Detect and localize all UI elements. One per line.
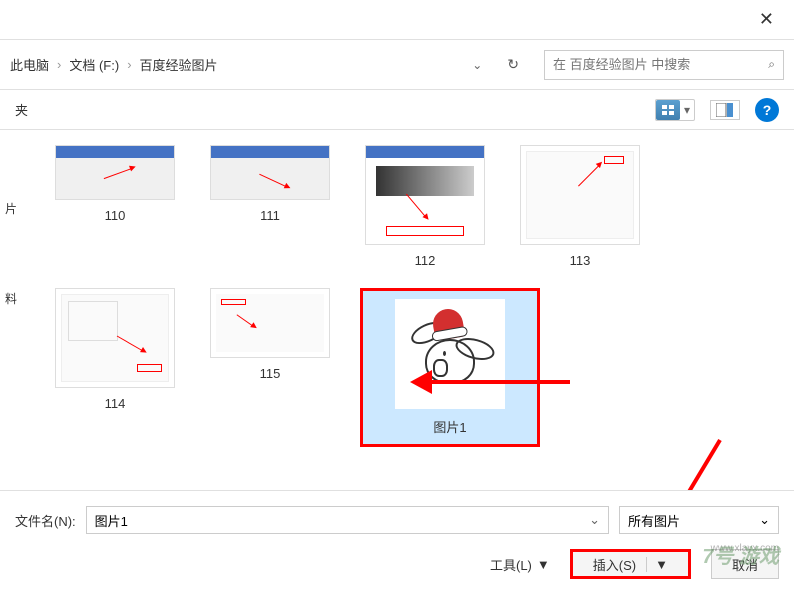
thumbnail-view-icon[interactable] bbox=[656, 100, 680, 120]
file-label: 图片1 bbox=[433, 417, 466, 436]
watermark: 7号 游戏 bbox=[702, 540, 779, 569]
file-browser-content: 片 料 110 111 bbox=[0, 130, 794, 490]
chevron-right-icon: › bbox=[57, 57, 61, 72]
search-box[interactable]: ⌕ bbox=[544, 50, 784, 80]
filetype-select[interactable]: 所有图片 ⌄ bbox=[619, 506, 779, 534]
file-thumbnail bbox=[210, 145, 330, 200]
file-item[interactable]: 110 bbox=[50, 145, 180, 268]
insert-button[interactable]: 插入(S) ▼ bbox=[570, 549, 691, 579]
breadcrumb-item[interactable]: 百度经验图片 bbox=[140, 55, 218, 74]
file-label: 112 bbox=[415, 253, 436, 268]
chevron-right-icon: › bbox=[127, 57, 131, 72]
filename-value: 图片1 bbox=[95, 511, 128, 530]
filename-input[interactable]: 图片1 ⌄ bbox=[86, 506, 609, 534]
filename-label: 文件名(N): bbox=[15, 511, 76, 530]
file-item[interactable]: 114 bbox=[50, 288, 180, 447]
filetype-value: 所有图片 bbox=[628, 511, 680, 530]
file-label: 115 bbox=[260, 366, 281, 381]
toolbar-label: 夹 bbox=[15, 100, 28, 119]
dialog-footer: 文件名(N): 图片1 ⌄ 所有图片 ⌄ 工具(L) ▼ 插入(S) ▼ 取消 bbox=[0, 490, 794, 594]
chevron-down-icon[interactable]: ⌄ bbox=[759, 512, 770, 528]
chevron-down-icon[interactable]: ⌄ bbox=[462, 58, 492, 72]
file-item[interactable]: 112 bbox=[360, 145, 490, 268]
preview-pane-icon[interactable] bbox=[710, 100, 740, 120]
breadcrumb-item[interactable]: 此电脑 bbox=[10, 55, 49, 74]
annotation-arrow bbox=[430, 380, 570, 384]
toolbar: 夹 ▾ ? bbox=[0, 90, 794, 130]
file-thumbnail bbox=[210, 288, 330, 358]
file-label: 114 bbox=[105, 396, 126, 411]
help-icon[interactable]: ? bbox=[755, 98, 779, 122]
file-label: 113 bbox=[570, 253, 591, 268]
chevron-down-icon[interactable]: ▾ bbox=[680, 103, 694, 117]
breadcrumb-item[interactable]: 文档 (F:) bbox=[69, 55, 119, 74]
navigation-bar: 此电脑 › 文档 (F:) › 百度经验图片 ⌄ ↻ ⌕ bbox=[0, 40, 794, 90]
close-icon[interactable]: ✕ bbox=[749, 4, 784, 35]
file-item[interactable]: 111 bbox=[205, 145, 335, 268]
file-thumbnail bbox=[365, 145, 485, 245]
refresh-icon[interactable]: ↻ bbox=[492, 56, 534, 73]
titlebar: ✕ bbox=[0, 0, 794, 40]
view-mode-selector[interactable]: ▾ bbox=[655, 99, 695, 121]
chevron-down-icon[interactable]: ⌄ bbox=[589, 512, 600, 528]
search-input[interactable] bbox=[553, 57, 768, 72]
search-icon[interactable]: ⌕ bbox=[768, 57, 775, 72]
file-item[interactable]: 115 bbox=[205, 288, 335, 447]
breadcrumb[interactable]: 此电脑 › 文档 (F:) › 百度经验图片 bbox=[10, 55, 462, 74]
sidebar-text: 片 bbox=[5, 200, 17, 217]
file-thumbnail bbox=[55, 288, 175, 388]
file-item[interactable]: 113 bbox=[515, 145, 645, 268]
file-thumbnail bbox=[55, 145, 175, 200]
sidebar-text: 料 bbox=[5, 290, 17, 307]
chevron-down-icon[interactable]: ▼ bbox=[646, 557, 668, 572]
tools-button[interactable]: 工具(L) ▼ bbox=[490, 555, 550, 574]
chevron-down-icon: ▼ bbox=[537, 557, 550, 572]
file-thumbnail bbox=[520, 145, 640, 245]
file-label: 111 bbox=[260, 208, 280, 223]
file-label: 110 bbox=[105, 208, 126, 223]
file-item-selected[interactable]: 图片1 bbox=[360, 288, 540, 447]
